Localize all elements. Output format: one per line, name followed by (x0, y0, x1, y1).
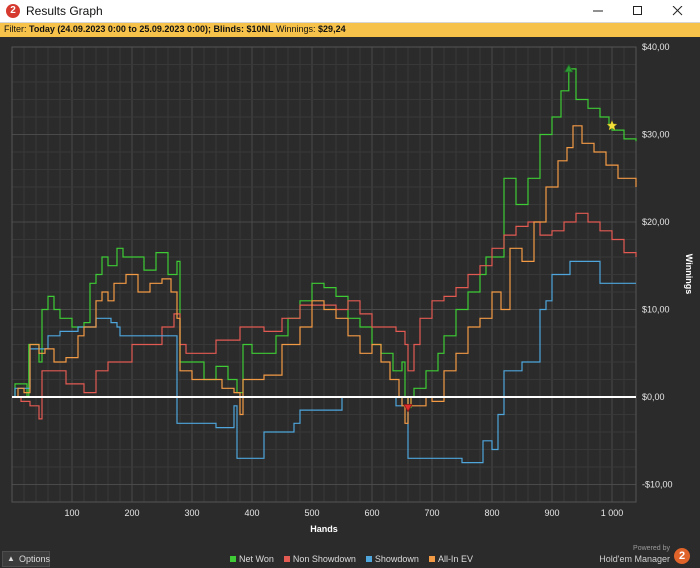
x-tick-label: 700 (424, 508, 439, 518)
x-tick-label: 1 000 (601, 508, 624, 518)
x-tick-label: 500 (304, 508, 319, 518)
brand-name: Hold'em Manager (599, 554, 670, 564)
results-chart: 100 200 300 400 500 600 700 800 900 1 000 -$10,00 $… (11, 42, 694, 534)
x-tick-label: 300 (184, 508, 199, 518)
maximize-button[interactable] (618, 0, 658, 22)
x-tick-label: 600 (364, 508, 379, 518)
y-tick-label: $40,00 (642, 42, 670, 52)
powered-by-text: Powered by (633, 545, 670, 552)
y-tick-label: $0,00 (642, 392, 665, 402)
legend-label: All-In EV (437, 554, 473, 564)
brand-block: Powered by Hold'em Manager (599, 545, 670, 567)
legend-item[interactable]: Non Showdown (283, 554, 356, 564)
legend-item[interactable]: Net Won (230, 554, 274, 564)
maximize-icon (633, 6, 642, 15)
brand-logo-icon: 2 (674, 548, 690, 564)
close-icon (672, 6, 683, 16)
title-bar: 2 Results Graph (0, 0, 700, 23)
minimize-button[interactable] (578, 0, 618, 22)
legend-label: Showdown (374, 554, 419, 564)
x-tick-label: 400 (244, 508, 259, 518)
legend-swatch (428, 555, 435, 562)
options-button[interactable]: ▲ Options (2, 551, 50, 567)
y-tick-label: $30,00 (642, 130, 670, 140)
x-axis-title: Hands (310, 524, 338, 534)
legend-item[interactable]: All-In EV (428, 554, 473, 564)
window-title: Results Graph (26, 4, 103, 18)
legend-item[interactable]: Showdown (365, 554, 419, 564)
close-button[interactable] (658, 0, 698, 22)
filter-winnings-value: $29,24 (318, 24, 346, 34)
legend-label: Non Showdown (292, 554, 356, 564)
minimize-icon (593, 10, 603, 12)
y-tick-label: -$10,00 (642, 480, 673, 490)
y-tick-label: $20,00 (642, 217, 670, 227)
y-axis-title: Winnings (684, 254, 694, 294)
app-logo-icon: 2 (6, 4, 20, 18)
legend-swatch (365, 555, 372, 562)
filter-winnings-label: Winnings: (276, 24, 316, 34)
x-tick-label: 100 (64, 508, 79, 518)
options-label: Options (19, 554, 51, 564)
filter-date: Today (24.09.2023 0:00 to 25.09.2023 0:0… (29, 24, 211, 34)
filter-blinds: Blinds: $10NL (213, 24, 274, 34)
filter-text: Filter: Today (24.09.2023 0:00 to 25.09.… (4, 24, 346, 34)
chevron-up-icon: ▲ (7, 554, 15, 563)
chart-legend: Net Won Non Showdown Showdown All-In EV (230, 554, 483, 566)
x-tick-label: 800 (484, 508, 499, 518)
legend-swatch (230, 555, 236, 562)
y-tick-label: $10,00 (642, 305, 670, 315)
filter-prefix: Filter: (4, 24, 27, 34)
legend-swatch (283, 555, 290, 562)
legend-label: Net Won (239, 554, 274, 564)
x-tick-label: 200 (124, 508, 139, 518)
x-tick-label: 900 (544, 508, 559, 518)
filter-bar: Filter: Today (24.09.2023 0:00 to 25.09.… (0, 23, 700, 37)
